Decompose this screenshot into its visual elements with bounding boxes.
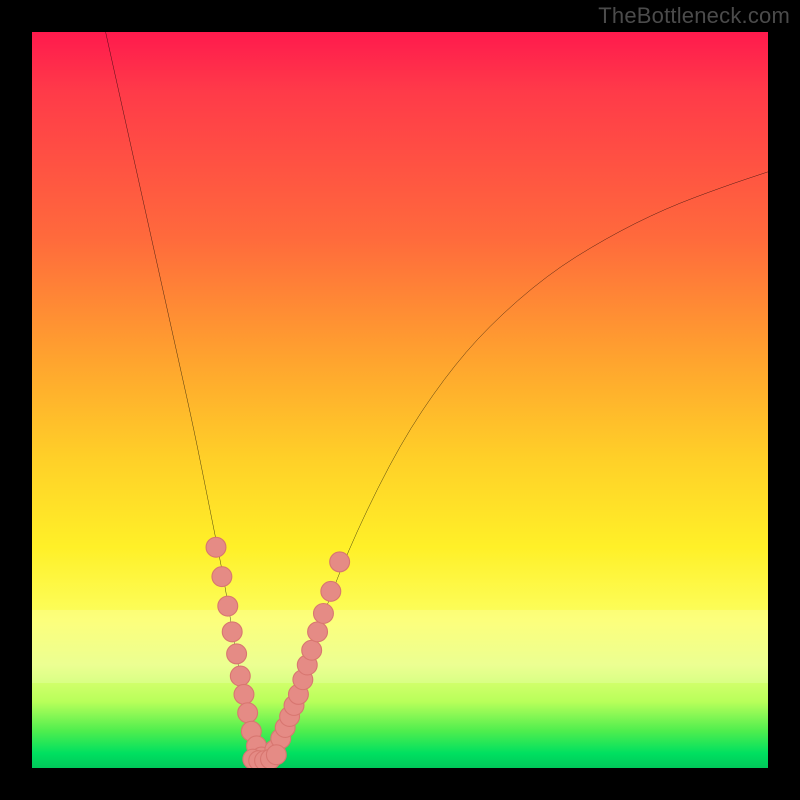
- data-marker: [227, 644, 247, 664]
- data-marker: [241, 721, 261, 741]
- chart-stage: TheBottleneck.com: [0, 0, 800, 800]
- data-marker: [284, 696, 304, 716]
- data-marker: [222, 622, 242, 642]
- data-marker: [266, 745, 286, 765]
- data-marker: [297, 655, 317, 675]
- data-marker: [252, 747, 272, 767]
- data-marker: [206, 537, 226, 557]
- data-marker: [255, 751, 275, 768]
- data-marker: [275, 718, 295, 738]
- marker-cluster-bottom: [243, 745, 286, 768]
- data-marker: [314, 604, 334, 624]
- data-marker: [212, 567, 232, 587]
- marker-cluster-left: [206, 537, 272, 767]
- watermark-text: TheBottleneck.com: [598, 3, 790, 29]
- data-marker: [247, 736, 267, 756]
- data-marker: [230, 666, 250, 686]
- bottleneck-curve-path: [106, 32, 768, 759]
- plot-area: [32, 32, 768, 768]
- marker-cluster-right: [265, 552, 350, 760]
- data-marker: [308, 622, 328, 642]
- bottleneck-curve-svg: [32, 32, 768, 768]
- pale-overlay-band: [32, 610, 768, 684]
- data-marker: [271, 729, 291, 749]
- data-marker: [234, 684, 254, 704]
- data-marker: [261, 749, 281, 768]
- data-marker: [302, 640, 322, 660]
- data-marker: [293, 670, 313, 690]
- data-marker: [288, 684, 308, 704]
- data-marker: [243, 749, 263, 768]
- data-marker: [238, 703, 258, 723]
- data-marker: [330, 552, 350, 572]
- data-marker: [265, 740, 285, 760]
- data-marker: [321, 581, 341, 601]
- data-marker: [249, 751, 269, 768]
- data-marker: [280, 707, 300, 727]
- data-marker: [218, 596, 238, 616]
